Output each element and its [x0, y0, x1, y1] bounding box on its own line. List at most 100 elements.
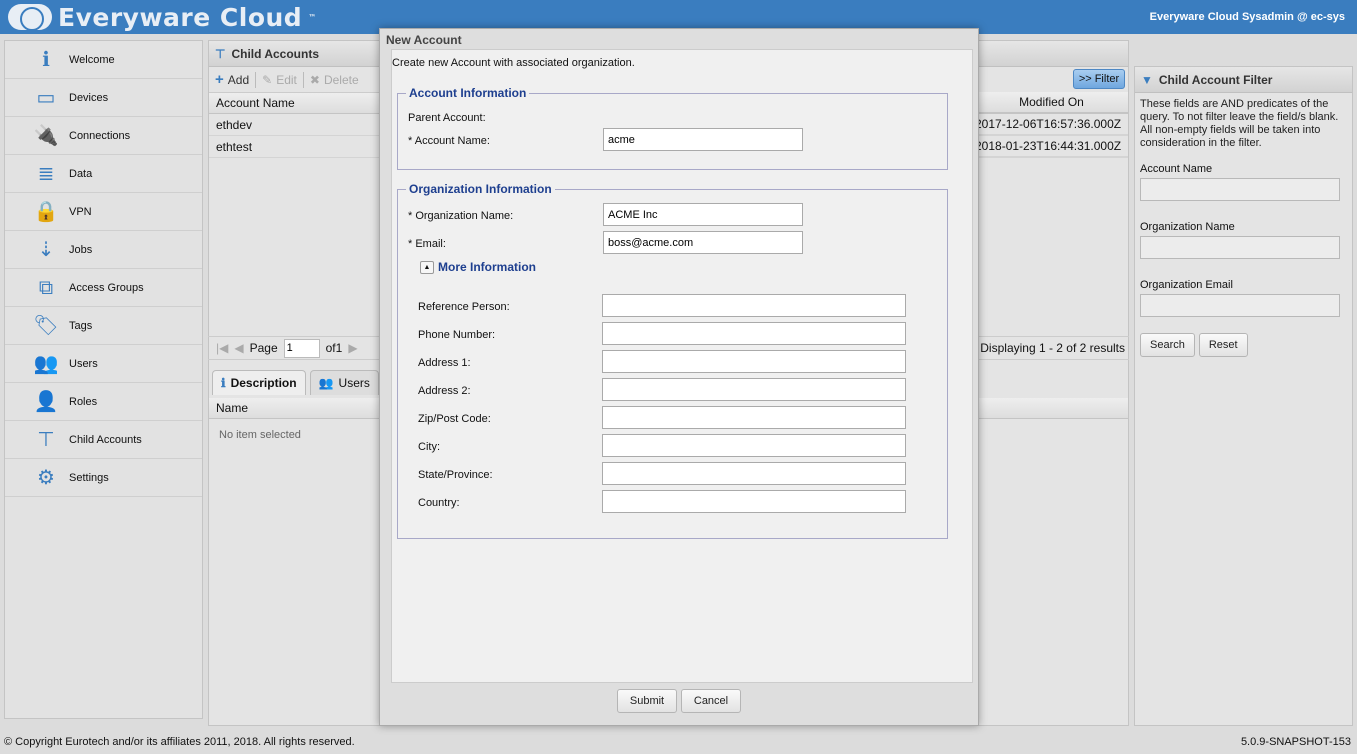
user-label[interactable]: Everyware Cloud Sysadmin @ ec-sys [1150, 11, 1345, 23]
org-name-label: * Organization Name: [408, 210, 514, 222]
first-page-icon[interactable]: |◀ [216, 341, 228, 355]
access-groups-icon: ⧉ [38, 276, 54, 299]
dialog-title[interactable]: New Account [380, 29, 978, 49]
email-input[interactable] [603, 231, 803, 254]
filter-account-name-input[interactable] [1140, 178, 1340, 201]
add-button[interactable]: + Add [215, 71, 249, 88]
filter-org-name-label: Organization Name [1140, 221, 1235, 233]
sidebar-item-devices[interactable]: ▭ Devices [5, 79, 202, 117]
edit-label: Edit [276, 72, 297, 87]
column-header-modified[interactable]: Modified On [968, 92, 1128, 113]
filter-account-name-label: Account Name [1140, 163, 1213, 175]
more-info-label: More Information [438, 260, 536, 274]
dialog-buttons: Submit Cancel [380, 689, 978, 713]
org-info-fieldset: Organization Information * Organization … [397, 182, 948, 539]
tab-description[interactable]: ℹ Description [212, 370, 306, 395]
account-name-label: * Account Name: [408, 135, 490, 147]
cell-modified[interactable]: 2018-01-23T16:44:31.000Z [968, 135, 1128, 157]
device-icon: ▭ [36, 86, 56, 109]
org-name-input[interactable] [603, 203, 803, 226]
lock-icon: 🔒 [33, 200, 59, 223]
sidebar-item-jobs[interactable]: ⇣ Jobs [5, 231, 202, 269]
account-name-input[interactable] [603, 128, 803, 151]
divider [255, 71, 257, 88]
reset-button[interactable]: Reset [1198, 333, 1248, 357]
sidebar-item-data[interactable]: ≣ Data [5, 155, 202, 193]
copyright: © Copyright Eurotech and/or its affiliat… [4, 736, 355, 748]
prev-page-icon[interactable]: ◀ [234, 341, 243, 355]
email-label: * Email: [408, 238, 446, 250]
sidebar-item-welcome[interactable]: ℹ Welcome [5, 41, 202, 79]
submit-button[interactable]: Submit [617, 689, 677, 713]
sitemap-icon: ⊤ [37, 428, 55, 451]
filter-header: ▼ Child Account Filter [1135, 67, 1352, 93]
more-field-input[interactable] [602, 462, 906, 485]
more-field-input[interactable] [602, 378, 906, 401]
more-field-input[interactable] [602, 406, 906, 429]
more-info-toggle[interactable]: ▲ More Information [420, 260, 536, 274]
more-field-input[interactable] [602, 294, 906, 317]
more-field-input[interactable] [602, 350, 906, 373]
sidebar-item-roles[interactable]: 👤 Roles [5, 383, 202, 421]
logo-text: Everyware Cloud [58, 2, 303, 32]
filter-panel: ▼ Child Account Filter These fields are A… [1134, 66, 1353, 726]
cancel-button[interactable]: Cancel [681, 689, 741, 713]
next-page-icon[interactable]: ▶ [348, 341, 357, 355]
add-label: Add [227, 72, 250, 87]
more-field-label: Address 1: [418, 357, 471, 369]
sidebar-item-vpn[interactable]: 🔒 VPN [5, 193, 202, 231]
tab-label: Description [230, 376, 297, 390]
filter-description: These fields are AND predicates of the q… [1140, 98, 1339, 149]
sidebar-item-child-accounts[interactable]: ⊤ Child Accounts [5, 421, 202, 459]
sidebar-item-tags[interactable]: 🏷 Tags [5, 307, 202, 345]
x-icon: ✖ [309, 72, 320, 87]
info-icon: ℹ [42, 48, 50, 71]
more-field-input[interactable] [602, 322, 906, 345]
filter-org-email-input[interactable] [1140, 294, 1340, 317]
more-field-label: Zip/Post Code: [418, 413, 491, 425]
more-field-input[interactable] [602, 434, 906, 457]
search-button[interactable]: Search [1140, 333, 1195, 357]
no-item-text: No item selected [219, 429, 301, 441]
sidebar-item-label: Tags [69, 319, 93, 332]
filter-org-email-label: Organization Email [1140, 279, 1233, 291]
divider [302, 71, 304, 88]
filter-org-name-input[interactable] [1140, 236, 1340, 259]
logo: Everyware Cloud ™ [8, 2, 317, 32]
sidebar-item-users[interactable]: 👥 Users [5, 345, 202, 383]
more-field-label: State/Province: [418, 469, 493, 481]
sidebar-item-label: Roles [69, 395, 98, 408]
tab-users[interactable]: 👥 Users [309, 370, 379, 395]
sidebar-item-label: Welcome [69, 53, 115, 66]
more-field-label: City: [418, 441, 440, 453]
edit-button[interactable]: ✎ Edit [262, 73, 297, 87]
sidebar-item-label: Data [69, 167, 93, 180]
page-label: Page [249, 341, 278, 355]
plus-icon: + [215, 71, 224, 88]
filter-toggle-button[interactable]: >> Filter [1073, 69, 1125, 89]
sidebar-item-connections[interactable]: 🔌 Connections [5, 117, 202, 155]
delete-button[interactable]: ✖ Delete [310, 73, 359, 87]
more-field-input[interactable] [602, 490, 906, 513]
cell-modified[interactable]: 2017-12-06T16:57:36.000Z [968, 113, 1128, 135]
cloud-logo-icon [8, 4, 52, 31]
page-input[interactable] [283, 338, 320, 358]
sidebar-item-label: Child Accounts [69, 433, 142, 446]
dialog-intro: Create new Account with associated organ… [392, 57, 635, 69]
sidebar: ℹ Welcome ▭ Devices 🔌 Connections ≣ Data 🔒 VPN ⇣ Jo… [4, 40, 203, 719]
role-icon: 👤 [33, 390, 59, 413]
account-info-fieldset: Account Information Parent Account: * Ac… [397, 86, 948, 170]
info-icon: ℹ [221, 376, 226, 390]
sidebar-item-access-groups[interactable]: ⧉ Access Groups [5, 269, 202, 307]
sidebar-item-settings[interactable]: ⚙ Settings [5, 459, 202, 497]
sidebar-item-label: Connections [69, 129, 131, 142]
jobs-icon: ⇣ [37, 238, 55, 261]
trademark: ™ [308, 12, 317, 22]
org-info-legend: Organization Information [409, 182, 552, 196]
more-field-label: Address 2: [418, 385, 471, 397]
gear-icon: ⚙ [37, 466, 55, 489]
edit-icon: ✎ [262, 72, 273, 87]
detail-tabs: ℹ Description 👥 Users [208, 370, 379, 396]
sidebar-item-label: Users [69, 357, 98, 370]
plug-icon: 🔌 [33, 124, 59, 147]
